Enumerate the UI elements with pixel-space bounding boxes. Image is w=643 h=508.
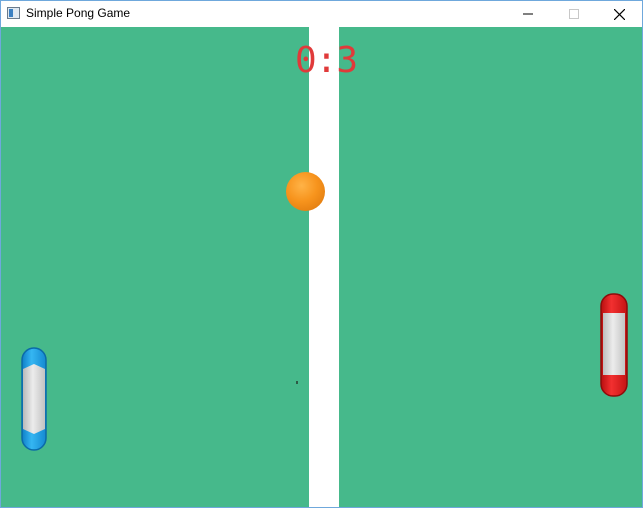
app-window-icon: [7, 7, 20, 19]
close-icon: [613, 8, 625, 20]
speck: [296, 381, 298, 384]
title-bar[interactable]: Simple Pong Game: [1, 1, 642, 27]
window-title: Simple Pong Game: [26, 6, 131, 20]
ball: [286, 172, 325, 211]
game-window: Simple Pong Game 0:3: [0, 0, 643, 508]
minimize-icon: [523, 13, 533, 15]
score-display: 0:3: [294, 40, 358, 81]
right-paddle: [600, 293, 628, 397]
minimize-button[interactable]: [505, 1, 551, 27]
game-field[interactable]: 0:3: [1, 27, 642, 507]
maximize-button[interactable]: [551, 1, 597, 27]
maximize-icon: [569, 9, 579, 19]
close-button[interactable]: [596, 1, 642, 27]
left-paddle: [21, 347, 47, 451]
center-line: [309, 27, 339, 507]
